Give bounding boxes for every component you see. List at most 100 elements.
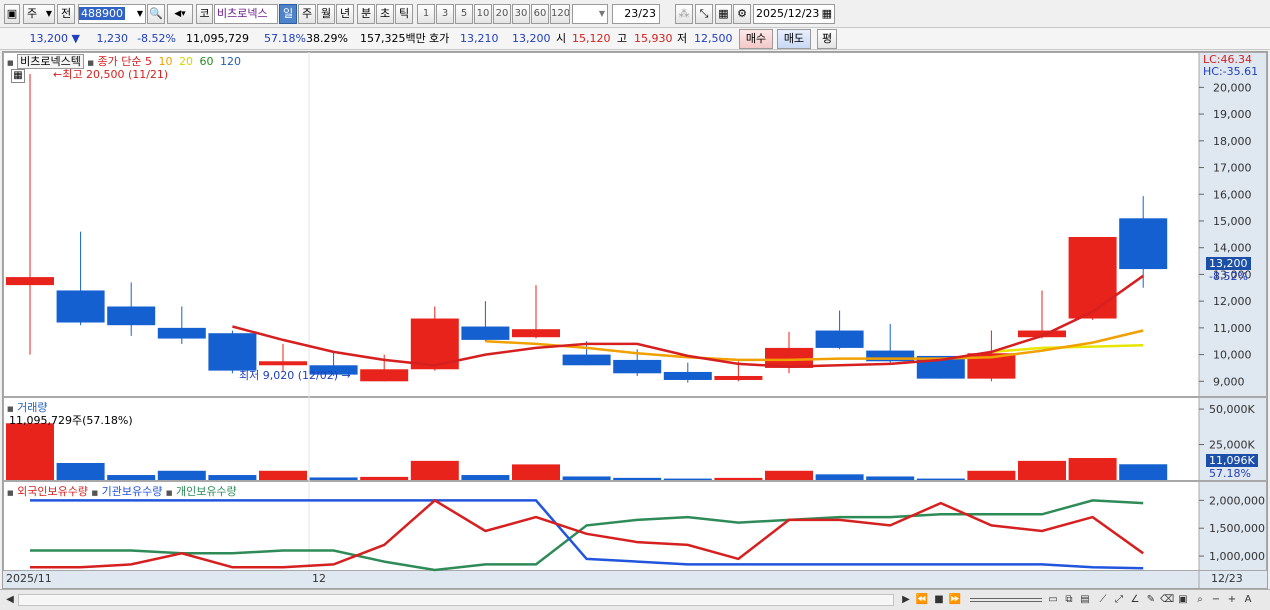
tab-week[interactable]: 주	[298, 4, 316, 24]
volume-bar	[360, 476, 409, 480]
date-input-value: 2025/12/23	[756, 7, 820, 20]
tab-second[interactable]: 초	[376, 4, 394, 24]
legend-bullet-icon: ■	[165, 489, 173, 497]
volume-bar	[208, 475, 257, 480]
bottom-bar: ◀ ▶ ⏪ ■ ⏩ ▭ ⧉ ▤ ⟋ ⤢ ∠ ✎ ⌫ ▣ ⌕ − + A	[0, 589, 1270, 610]
holdings-tick-label: 1,500,000	[1209, 522, 1265, 535]
volume-bar	[765, 470, 813, 480]
split-icon[interactable]: ▤	[1078, 593, 1092, 607]
zoom-slider[interactable]	[970, 598, 1042, 602]
period-select[interactable]: 주 ▼	[23, 4, 55, 24]
volume-bar	[815, 474, 864, 480]
tile-icon[interactable]: ⧉	[1062, 593, 1076, 607]
volume-bar	[56, 462, 105, 480]
price-tick-label: 16,000	[1213, 188, 1252, 201]
interval-30[interactable]: 30	[512, 4, 530, 24]
price-tick-label: 12,000	[1213, 295, 1252, 308]
candle-body	[1068, 237, 1117, 319]
interval-3[interactable]: 3	[436, 4, 454, 24]
custom-interval-select[interactable]: ▼	[572, 4, 608, 24]
line-tool-icon[interactable]: ⟋	[1096, 593, 1110, 607]
interval-60[interactable]: 60	[531, 4, 549, 24]
fast-forward-icon[interactable]: ⏩	[948, 593, 962, 607]
settings-button[interactable]: ⚙	[733, 4, 751, 24]
high-label: 고	[617, 32, 628, 45]
volume-value: 11,095,729	[186, 32, 249, 45]
tab-minute[interactable]: 분	[357, 4, 375, 24]
tab-month[interactable]: 월	[317, 4, 335, 24]
search-button[interactable]: 🔍	[147, 4, 165, 24]
zoom-out-icon[interactable]: −	[1209, 593, 1223, 607]
pen-tool-icon[interactable]: ✎	[1144, 593, 1158, 607]
price-tick-label: 10,000	[1213, 349, 1252, 362]
tab-day[interactable]: 일	[279, 4, 297, 24]
scroll-right-icon[interactable]: ▶	[899, 593, 913, 607]
stock-name-field[interactable]: 비츠로넥스	[214, 4, 278, 24]
volume-tick-label: 25,000K	[1209, 439, 1255, 452]
volume-bar	[866, 476, 915, 480]
stop-icon[interactable]: ■	[932, 593, 946, 607]
sell-button[interactable]: 매도	[777, 29, 811, 49]
volume-bar	[562, 476, 611, 480]
price-tick-label: 20,000	[1213, 81, 1252, 94]
magnifier-icon[interactable]: ⌕	[1193, 593, 1207, 607]
chevron-down-icon: ▼	[598, 9, 605, 18]
code-input[interactable]: 488900 ▼	[78, 4, 146, 24]
holdings-tick-label: 1,000,000	[1209, 550, 1265, 563]
interval-20[interactable]: 20	[493, 4, 511, 24]
price-tick-label: 14,000	[1213, 242, 1252, 255]
high-annotation: ←최고 20,500 (11/21)	[53, 68, 169, 81]
window-icon[interactable]: ▭	[1046, 593, 1060, 607]
horizontal-scrollbar[interactable]	[18, 594, 894, 606]
current-price: 13,200 ▼	[8, 31, 80, 47]
legend-bullet-icon: ■	[7, 59, 14, 67]
tab-tick-label: 틱	[398, 7, 410, 20]
buy-button[interactable]: 매수	[739, 29, 773, 49]
price-tick-label: 17,000	[1213, 162, 1252, 175]
save-button[interactable]: ▦	[715, 4, 732, 24]
link-button[interactable]: ⁂	[675, 4, 693, 24]
candle-body	[512, 329, 560, 338]
angle-tool-icon[interactable]: ∠	[1128, 593, 1142, 607]
main-toolbar: ▣ 주 ▼ 전 488900 ▼ 🔍 ◀▾ 코 비츠로넥스 일 주 월 년 분 초…	[0, 0, 1270, 28]
date-input[interactable]: 2025/12/23 ▦	[753, 4, 835, 24]
chart-area[interactable]: 20,000 19,000 18,000 17,000 16,000 15,000 14,0…	[2, 51, 1268, 589]
candle-body	[562, 354, 611, 366]
scroll-left-icon[interactable]: ◀	[3, 593, 17, 607]
price-change: 1,230	[96, 32, 129, 45]
interval-120[interactable]: 120	[550, 4, 570, 24]
ma-120-label: 120	[219, 55, 241, 68]
menu-icon[interactable]: ▣	[4, 4, 20, 24]
interval-1[interactable]: 1	[417, 4, 435, 24]
trend-tool-icon[interactable]: ⤢	[1112, 593, 1126, 607]
crosshair-button[interactable]: ⤡	[695, 4, 713, 24]
rewind-icon[interactable]: ⏪	[915, 593, 929, 607]
price-tick-label: 15,000	[1213, 215, 1252, 228]
speaker-button[interactable]: ◀▾	[167, 4, 193, 24]
tab-tick[interactable]: 틱	[395, 4, 413, 24]
eval-button[interactable]: 평	[817, 29, 837, 49]
chevron-down-icon: ▼	[45, 9, 52, 18]
interval-5[interactable]: 5	[455, 4, 473, 24]
tab-month-label: 월	[320, 7, 332, 20]
zoom-in-icon[interactable]: +	[1225, 593, 1239, 607]
search-icon: 🔍	[149, 7, 163, 20]
grid-icon[interactable]: ▦	[11, 69, 25, 83]
volume-bar	[259, 470, 307, 480]
ma-60-label: 60	[199, 55, 214, 68]
text-size-icon[interactable]: A	[1241, 593, 1255, 607]
price-change-pct: -8.52%	[137, 32, 176, 45]
eraser-icon[interactable]: ⌫	[1160, 593, 1174, 607]
save-image-icon[interactable]: ▣	[1176, 593, 1190, 607]
exchange-button[interactable]: 코	[196, 4, 213, 24]
crosshair-icon: ⤡	[699, 7, 709, 20]
tab-year[interactable]: 년	[336, 4, 354, 24]
link-icon: ⁂	[678, 7, 690, 20]
count-input[interactable]: 23/23	[612, 4, 660, 24]
speaker-icon: ◀▾	[174, 9, 186, 19]
current-price-value: 13,200	[29, 32, 69, 45]
prev-button[interactable]: 전	[57, 4, 75, 24]
interval-10[interactable]: 10	[474, 4, 492, 24]
bid-price: 13,200	[512, 32, 551, 45]
volume-bar	[1119, 464, 1168, 480]
